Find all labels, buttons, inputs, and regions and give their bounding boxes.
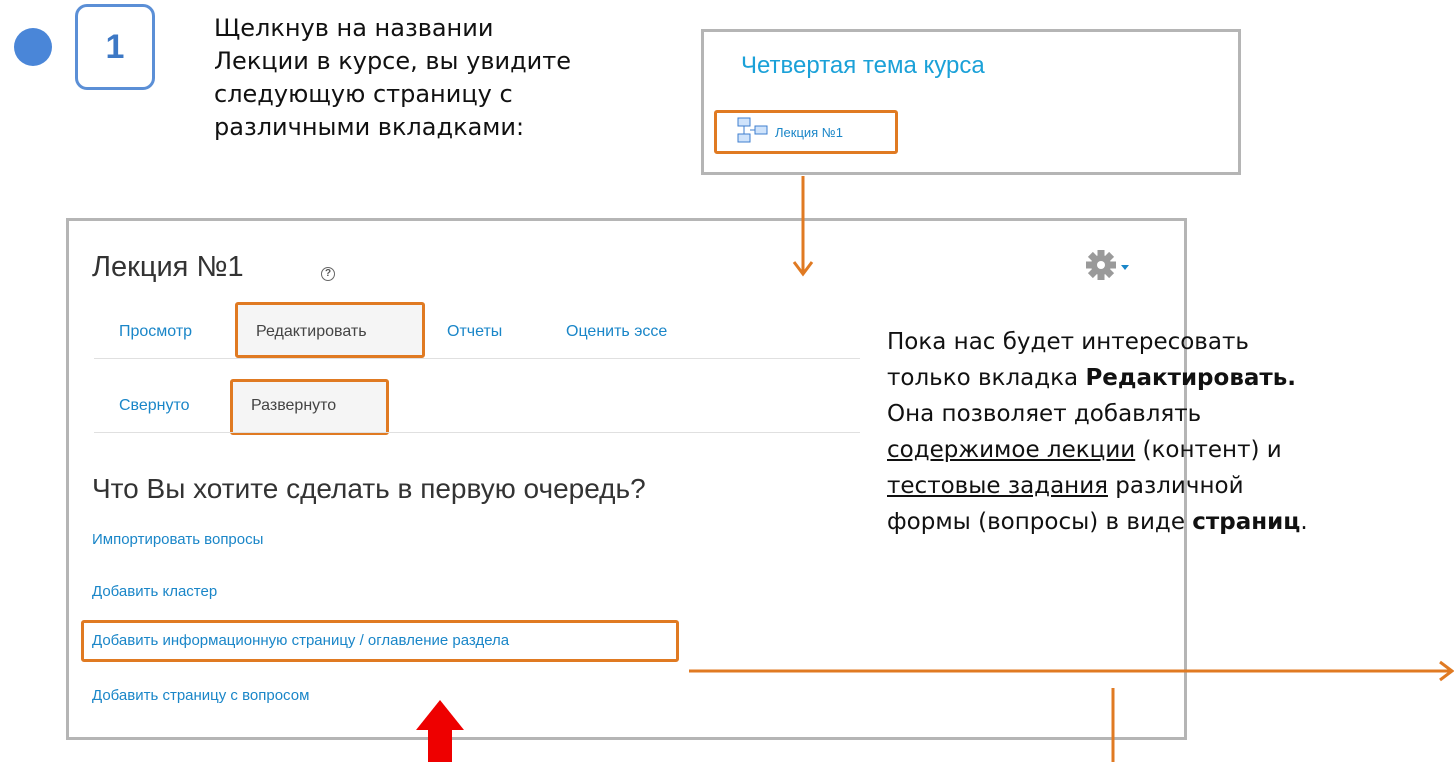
down-arrow-icon — [792, 176, 814, 277]
annotation-arrows — [416, 176, 1454, 762]
red-up-arrow-icon — [416, 700, 464, 762]
right-arrow-icon — [689, 660, 1454, 682]
